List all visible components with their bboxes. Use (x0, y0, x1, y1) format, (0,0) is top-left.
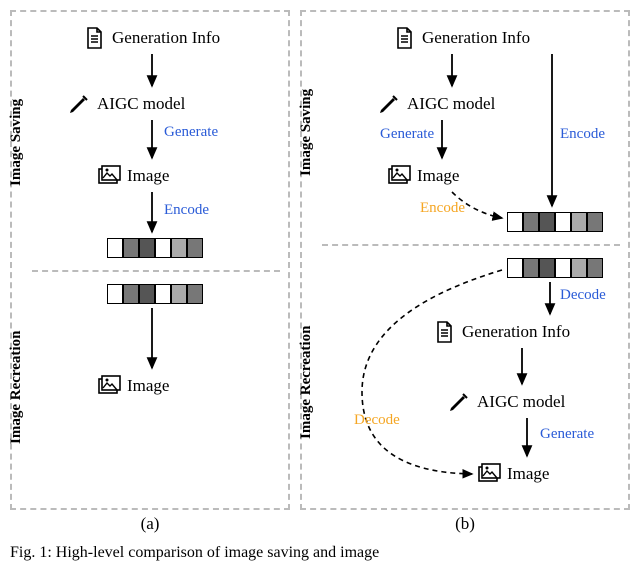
figure-caption: Fig. 1: High-level comparison of image s… (10, 544, 630, 562)
panel-a-caption: (a) (12, 514, 288, 534)
figure-container: Image Saving Image Recreation Generation… (10, 10, 630, 510)
edge-label-decode-top: Decode (560, 287, 606, 304)
edge-label-generate-top: Generate (380, 126, 434, 143)
edge-label-generate: Generate (164, 124, 218, 141)
panel-a: Image Saving Image Recreation Generation… (10, 10, 290, 510)
edge-label-encode-dashed: Encode (420, 200, 465, 217)
edge-label-encode-solid: Encode (560, 126, 605, 143)
edge-label-generate-bot: Generate (540, 426, 594, 443)
arrows-a (12, 12, 292, 512)
panel-b: Image Saving Image Recreation Generation… (300, 10, 630, 510)
edge-label-encode: Encode (164, 202, 209, 219)
panel-b-caption: (b) (302, 514, 628, 534)
edge-label-decode-dashed: Decode (354, 412, 400, 429)
